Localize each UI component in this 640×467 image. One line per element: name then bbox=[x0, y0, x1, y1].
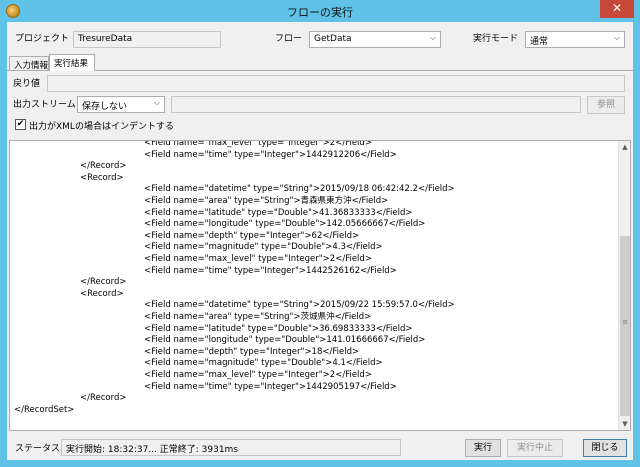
indent-checkbox[interactable]: ✔ bbox=[15, 119, 26, 130]
execution-result-panel: 戻り値 出力ストリーム 保存しない ⌵ 参照 ✔ 出力がXMLの場合はインデント… bbox=[7, 70, 633, 432]
output-stream-value: 保存しない bbox=[82, 102, 128, 112]
mode-select-value: 通常 bbox=[530, 37, 549, 47]
chevron-down-icon: ⌵ bbox=[429, 33, 436, 42]
window-title: フローの実行 bbox=[287, 6, 353, 19]
output-stream-label: 出力ストリーム bbox=[13, 100, 76, 110]
output-line: <Field name="magnitude" type="Double">4.… bbox=[144, 358, 383, 369]
output-line: <Record> bbox=[80, 288, 124, 299]
output-line: <Field name="max_level" type="Integer">2… bbox=[144, 370, 372, 380]
output-stream-select[interactable]: 保存しない ⌵ bbox=[77, 96, 165, 113]
stop-button[interactable]: 実行中止 bbox=[507, 439, 563, 457]
flow-select[interactable]: GetData ⌵ bbox=[309, 31, 441, 48]
output-line: </Record> bbox=[80, 161, 127, 172]
output-line: <Field name="time" type="Integer">144290… bbox=[144, 381, 397, 392]
flow-run-window: フローの実行 ✕ プロジェクト TresureData フロー GetData … bbox=[0, 0, 640, 467]
grip-icon: ≡ bbox=[622, 318, 628, 326]
output-path-field bbox=[171, 96, 581, 113]
chevron-down-icon: ⌵ bbox=[153, 98, 160, 107]
output-line: <Field name="time" type="Integer">144291… bbox=[144, 149, 397, 160]
return-value-field bbox=[47, 75, 625, 92]
scroll-down-icon[interactable]: ▼ bbox=[619, 418, 630, 430]
output-line: </Record> bbox=[80, 277, 127, 288]
scroll-thumb[interactable]: ≡ bbox=[620, 236, 630, 416]
mode-select[interactable]: 通常 ⌵ bbox=[525, 31, 625, 48]
output-line: <Field name="depth" type="Integer">62</F… bbox=[144, 230, 360, 241]
tab-input-info[interactable]: 入力情報 bbox=[9, 56, 49, 71]
title-bar[interactable]: フローの実行 ✕ bbox=[0, 0, 640, 22]
output-line: <Field name="time" type="Integer">144252… bbox=[144, 265, 397, 276]
window-close-button[interactable]: ✕ bbox=[600, 0, 634, 18]
chevron-down-icon: ⌵ bbox=[613, 33, 620, 42]
output-line: <Field name="area" type="String">青森県東方沖<… bbox=[144, 196, 389, 206]
tab-execution-result[interactable]: 実行結果 bbox=[49, 54, 95, 71]
project-label: プロジェクト bbox=[15, 34, 70, 44]
return-value-label: 戻り値 bbox=[13, 79, 41, 89]
output-line: <Field name="latitude" type="Double">36.… bbox=[144, 323, 413, 334]
output-line: </Record> bbox=[80, 393, 127, 404]
vertical-scrollbar[interactable]: ▲ ≡ ▼ bbox=[618, 141, 630, 430]
output-line: <Record> bbox=[80, 172, 124, 183]
status-label: ステータス bbox=[15, 444, 61, 454]
output-line: <Field name="longitude" type="Double">14… bbox=[144, 219, 426, 230]
close-button[interactable]: 閉じる bbox=[583, 439, 627, 457]
status-field: 実行開始: 18:32:37... 正常終了: 3931ms bbox=[61, 439, 401, 456]
indent-checkbox-label: 出力がXMLの場合はインデントする bbox=[29, 122, 174, 132]
dialog-body: プロジェクト TresureData フロー GetData ⌵ 実行モード 通… bbox=[7, 22, 633, 460]
scroll-up-icon[interactable]: ▲ bbox=[619, 141, 630, 153]
output-line: <Field name="area" type="String">茨城県沖</F… bbox=[144, 312, 372, 322]
output-line: <Field name="datetime" type="String">201… bbox=[144, 300, 455, 311]
output-line: <Field name="magnitude" type="Double">4.… bbox=[144, 242, 383, 253]
output-line: </RecordSet> bbox=[14, 404, 75, 415]
run-button[interactable]: 実行 bbox=[465, 439, 501, 457]
output-line: <Field name="depth" type="Integer">18</F… bbox=[144, 346, 360, 357]
flow-select-value: GetData bbox=[314, 34, 352, 44]
output-text: <Field name="max_level" type="Integer">2… bbox=[10, 141, 618, 430]
mode-label: 実行モード bbox=[473, 34, 519, 44]
project-field: TresureData bbox=[73, 31, 221, 48]
output-line: <Field name="datetime" type="String">201… bbox=[144, 184, 455, 195]
output-line: <Field name="latitude" type="Double">41.… bbox=[144, 207, 413, 218]
flow-label: フロー bbox=[275, 34, 303, 44]
output-line: <Field name="max_level" type="Integer">2… bbox=[144, 254, 372, 264]
output-line: <Field name="longitude" type="Double">14… bbox=[144, 335, 426, 346]
result-output-textarea[interactable]: <Field name="max_level" type="Integer">2… bbox=[9, 140, 631, 431]
browse-button[interactable]: 参照 bbox=[587, 96, 625, 114]
